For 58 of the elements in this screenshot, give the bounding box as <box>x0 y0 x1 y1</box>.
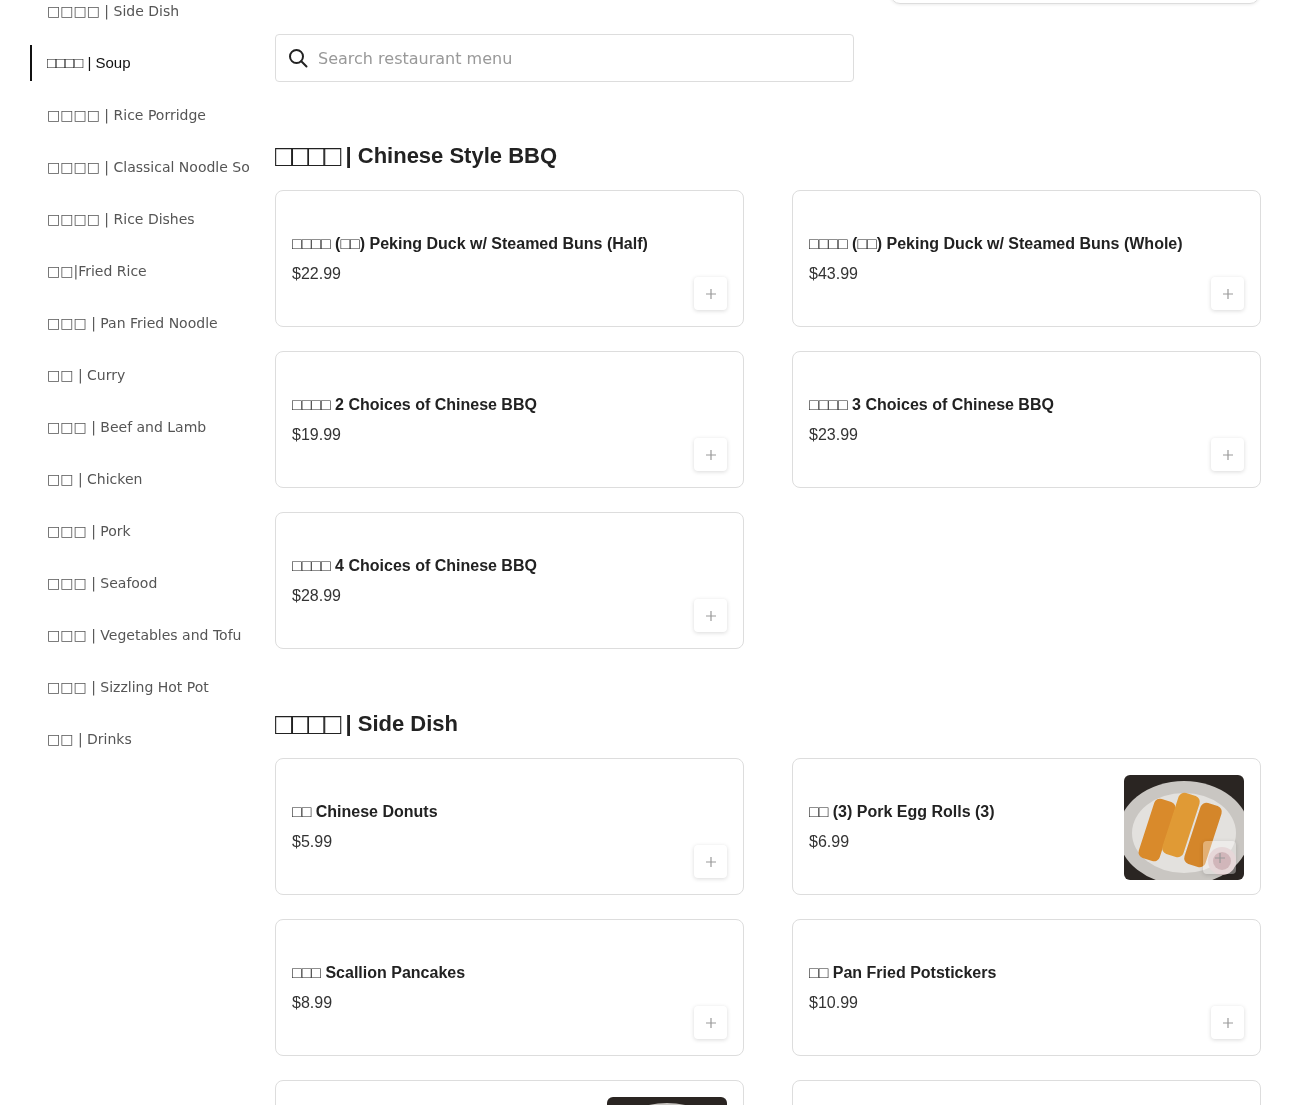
sidebar-item[interactable]: □□□□ | Side Dish <box>30 0 180 29</box>
sidebar-item[interactable]: □□ | Drinks <box>30 721 132 757</box>
sidebar-item[interactable]: □□□□ | Rice Dishes <box>30 201 195 237</box>
item-price: $43.99 <box>809 264 859 283</box>
sidebar-item[interactable]: □□|Fried Rice <box>30 253 147 289</box>
item-price: $19.99 <box>292 425 342 444</box>
section-title: □□□□ <box>275 707 340 741</box>
plus-icon <box>704 1016 717 1029</box>
item-name: □□ (3) Pork Egg Rolls (3) <box>809 802 996 821</box>
menu-item-card[interactable]: □□□□ (□□) Peking Duck w/ Steamed Buns (Half) $22.99 <box>275 190 744 327</box>
item-name: □□□□ 2 Choices of Chinese BBQ <box>292 395 538 414</box>
menu-item-card[interactable]: □□ Pan Fried Potstickers $10.99 <box>792 919 1261 1056</box>
plus-icon <box>704 609 717 622</box>
search-field[interactable]: Search restaurant menu <box>275 34 854 82</box>
item-price: $22.99 <box>292 264 342 283</box>
item-price: $5.99 <box>292 832 334 851</box>
plus-icon <box>704 287 717 300</box>
item-name: □□□ Scallion Pancakes <box>292 963 467 982</box>
sidebar-item[interactable]: □□□ | Beef and Lamb <box>30 409 207 445</box>
sidebar-item[interactable]: □□□ | Seafood <box>30 565 158 601</box>
menu-item-card[interactable]: □□ Chinese Donuts $5.99 <box>275 758 744 895</box>
plus-icon <box>704 448 717 461</box>
sidebar-item[interactable]: □□□ | Vegetables and Tofu <box>30 617 242 653</box>
plus-icon <box>1221 1016 1234 1029</box>
plus-icon <box>1221 287 1234 300</box>
plus-icon <box>704 855 717 868</box>
plus-icon <box>1213 851 1226 864</box>
item-price: $6.99 <box>809 832 851 851</box>
menu-item-card[interactable]: □□□□ 4 Choices of Chinese BBQ $28.99 <box>275 512 744 649</box>
menu-item-card[interactable]: □□ (3) Pork Egg Rolls (3) $6.99 <box>792 758 1261 895</box>
section-title: □□□□ <box>275 139 340 173</box>
sidebar-item[interactable]: □□□□ | Rice Porridge <box>30 97 206 133</box>
item-price: $28.99 <box>292 586 342 605</box>
item-name: □□□□ (□□) Peking Duck w/ Steamed Buns (Half) <box>292 234 649 253</box>
section-title: | Chinese Style BBQ <box>345 143 558 169</box>
item-name: □□□□ 3 Choices of Chinese BBQ <box>809 395 1055 414</box>
menu-item-card[interactable]: □□□ Scallion Pancakes $8.99 <box>275 919 744 1056</box>
item-name: □□□□ (□□) Peking Duck w/ Steamed Buns (Whole) <box>809 234 1184 253</box>
sidebar-item[interactable]: □□□ | Pan Fried Noodle <box>30 305 218 341</box>
item-name: □□ Chinese Donuts <box>292 802 439 821</box>
section-title: | Side Dish <box>345 711 458 737</box>
sidebar-item[interactable]: □□□□ | Classical Noodle So <box>30 149 250 185</box>
search-icon <box>288 48 308 68</box>
sidebar-item[interactable]: □□□ | Pork <box>30 513 131 549</box>
add-button[interactable] <box>1203 841 1236 874</box>
item-price: $10.99 <box>809 993 859 1012</box>
plus-icon <box>1221 448 1234 461</box>
item-price: $23.99 <box>809 425 859 444</box>
item-name: □□ Pan Fried Potstickers <box>809 963 998 982</box>
sidebar-item[interactable]: □□ | Curry <box>30 357 126 393</box>
item-name: □□□□ 4 Choices of Chinese BBQ <box>292 556 538 575</box>
menu-item-card[interactable]: □□□□ 3 Choices of Chinese BBQ $23.99 <box>792 351 1261 488</box>
menu-item-card[interactable]: □□□□ 2 Choices of Chinese BBQ $19.99 <box>275 351 744 488</box>
menu-item-card[interactable]: □□□□ (□□) Peking Duck w/ Steamed Buns (Whole) $43.99 <box>792 190 1261 327</box>
sidebar-item[interactable]: □□□□ | Soup <box>30 45 131 81</box>
item-price: $8.99 <box>292 993 334 1012</box>
sidebar-item[interactable]: □□□ | Sizzling Hot Pot <box>30 669 209 705</box>
sidebar-item[interactable]: □□ | Chicken <box>30 461 143 497</box>
